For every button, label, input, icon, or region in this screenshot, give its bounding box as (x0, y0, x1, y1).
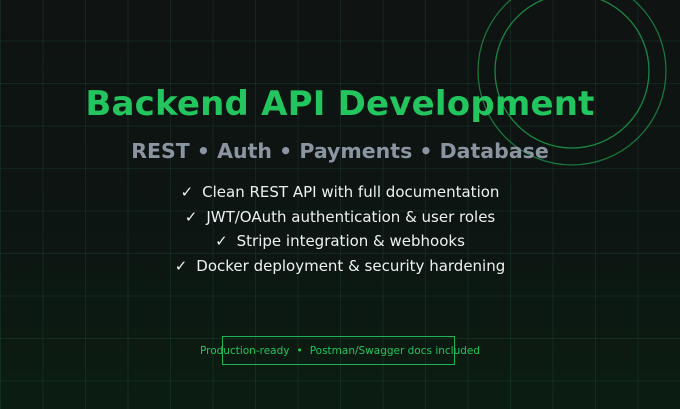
feature-item: ✓ Stripe integration & webhooks (0, 229, 680, 254)
feature-text: Clean REST API with full documentation (202, 183, 500, 201)
feature-text: JWT/OAuth authentication & user roles (206, 207, 496, 226)
footer-badge-right: Postman/Swagger docs included (309, 345, 481, 357)
banner-title: Backend API Development (85, 84, 595, 124)
check-icon: ✓ (184, 207, 198, 226)
feature-item: ✓ Docker deployment & security hardening (0, 254, 680, 279)
feature-text: Docker deployment & security hardening (196, 257, 506, 276)
banner-subtitle: REST • Auth • Payments • Database (131, 139, 549, 163)
footer-badge: Production-ready • Postman/Swagger docs in… (0, 345, 680, 357)
feature-list: ✓ Clean REST API with full documentation … (0, 180, 680, 279)
check-icon: ✓ (215, 232, 228, 251)
footer-badge-separator: • (296, 345, 303, 357)
banner: Backend API Development REST • Auth • Pa… (0, 0, 680, 409)
footer-badge-left: Production-ready (199, 345, 290, 357)
feature-item: ✓ JWT/OAuth authentication & user roles (0, 205, 680, 230)
feature-item: ✓ Clean REST API with full documentation (0, 180, 680, 205)
feature-text: Stripe integration & webhooks (236, 232, 465, 251)
check-icon: ✓ (180, 183, 194, 201)
check-icon: ✓ (174, 257, 188, 276)
